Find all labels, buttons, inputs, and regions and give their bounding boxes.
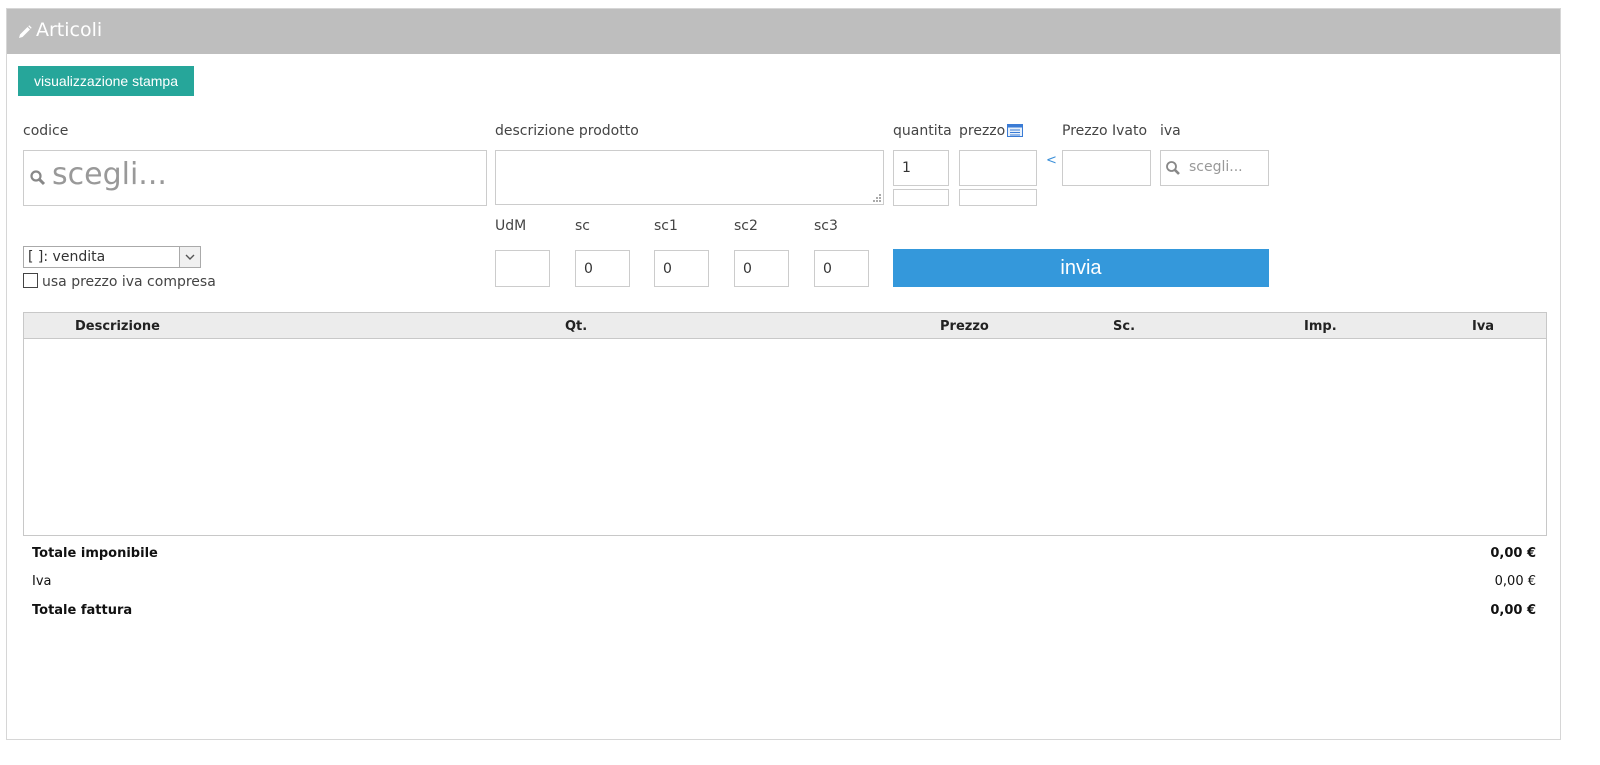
send-button[interactable]: invia bbox=[893, 249, 1269, 287]
usa-prezzo-iva-label: usa prezzo iva compresa bbox=[42, 274, 216, 290]
listino-select[interactable]: [ ]: vendita bbox=[23, 246, 201, 268]
sc3-label: sc3 bbox=[814, 218, 838, 234]
articoli-panel: Articoli visualizzazione stampa codice d… bbox=[6, 8, 1561, 740]
iva-search-input[interactable]: scegli... bbox=[1160, 150, 1269, 186]
codice-placeholder: scegli... bbox=[52, 157, 167, 192]
panel-header: Articoli bbox=[7, 9, 1560, 54]
iva-label: iva bbox=[1160, 123, 1181, 139]
prezzo-input[interactable] bbox=[959, 150, 1037, 186]
column-header-sc[interactable]: Sc. bbox=[1113, 319, 1135, 334]
codice-label: codice bbox=[23, 123, 69, 139]
copy-price-arrow[interactable]: < bbox=[1046, 153, 1057, 168]
pencil-icon bbox=[19, 25, 32, 38]
sc-input[interactable]: 0 bbox=[575, 250, 630, 287]
totale-imponibile-label: Totale imponibile bbox=[32, 546, 158, 561]
table-body bbox=[24, 339, 1546, 535]
totale-imponibile-value: 0,00 € bbox=[1490, 546, 1536, 561]
sc-value: 0 bbox=[584, 260, 593, 277]
articles-table: Descrizione Qt. Prezzo Sc. Imp. Iva bbox=[23, 312, 1547, 536]
iva-placeholder: scegli... bbox=[1189, 159, 1243, 175]
iva-total-label: Iva bbox=[32, 574, 52, 589]
chevron-down-icon[interactable] bbox=[179, 247, 200, 267]
sc1-label: sc1 bbox=[654, 218, 678, 234]
udm-input[interactable] bbox=[495, 250, 550, 287]
sc2-input[interactable]: 0 bbox=[734, 250, 789, 287]
print-preview-button[interactable]: visualizzazione stampa bbox=[18, 66, 194, 96]
column-header-prezzo[interactable]: Prezzo bbox=[940, 319, 989, 334]
prezzo-ivato-input[interactable] bbox=[1062, 150, 1151, 186]
panel-title: Articoli bbox=[36, 19, 103, 41]
prezzo-label: prezzo bbox=[959, 123, 1006, 139]
sc-label: sc bbox=[575, 218, 590, 234]
sc1-value: 0 bbox=[663, 260, 672, 277]
search-icon bbox=[1166, 161, 1180, 175]
column-header-qt[interactable]: Qt. bbox=[565, 319, 587, 334]
sc2-label: sc2 bbox=[734, 218, 758, 234]
totale-fattura-value: 0,00 € bbox=[1490, 603, 1536, 618]
resize-handle-icon[interactable] bbox=[871, 192, 881, 202]
udm-label: UdM bbox=[495, 218, 527, 234]
codice-search-input[interactable]: scegli... bbox=[23, 150, 487, 206]
search-icon bbox=[30, 170, 46, 186]
prezzo-secondary-input[interactable] bbox=[959, 189, 1037, 206]
sc1-input[interactable]: 0 bbox=[654, 250, 709, 287]
prezzo-ivato-label: Prezzo Ivato bbox=[1062, 123, 1148, 139]
quantita-value: 1 bbox=[902, 160, 911, 176]
price-list-icon[interactable] bbox=[1007, 124, 1023, 137]
quantita-secondary-input[interactable] bbox=[893, 189, 949, 206]
column-header-iva[interactable]: Iva bbox=[1472, 319, 1494, 334]
column-header-descrizione[interactable]: Descrizione bbox=[75, 319, 160, 334]
sc2-value: 0 bbox=[743, 260, 752, 277]
iva-total-value: 0,00 € bbox=[1494, 574, 1536, 589]
column-header-imp[interactable]: Imp. bbox=[1304, 319, 1337, 334]
usa-prezzo-iva-checkbox[interactable] bbox=[23, 273, 38, 288]
quantita-input[interactable]: 1 bbox=[893, 150, 949, 186]
quantita-label: quantita bbox=[893, 123, 952, 139]
listino-selected: [ ]: vendita bbox=[28, 249, 106, 265]
table-header: Descrizione Qt. Prezzo Sc. Imp. Iva bbox=[24, 313, 1546, 339]
descrizione-label: descrizione prodotto bbox=[495, 123, 639, 139]
descrizione-textarea[interactable] bbox=[495, 150, 884, 205]
sc3-value: 0 bbox=[823, 260, 832, 277]
sc3-input[interactable]: 0 bbox=[814, 250, 869, 287]
totale-fattura-label: Totale fattura bbox=[32, 603, 133, 618]
